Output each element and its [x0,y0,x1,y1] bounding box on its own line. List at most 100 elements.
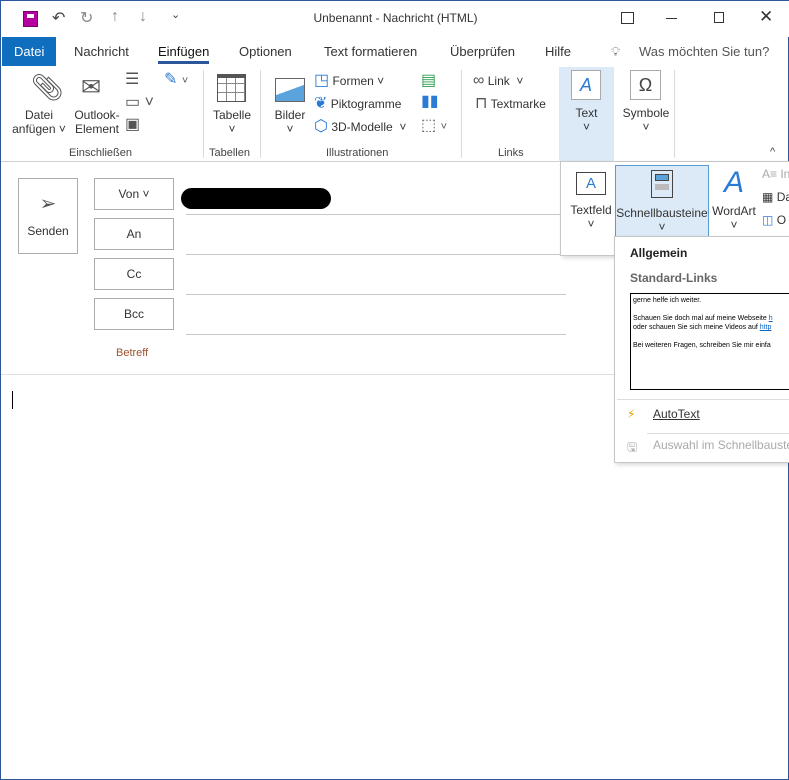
to-field[interactable] [186,254,566,255]
icons-icon: ❦ [314,95,328,112]
bcc-field[interactable] [186,334,566,335]
label: 3D-Modelle [331,120,393,134]
preview-line: Schauen Sie doch mal auf meine Webseite … [633,315,773,322]
signature-icon[interactable]: ✎ ˅ [164,72,188,88]
divider [617,399,789,400]
tab-einfuegen[interactable]: Einfügen [158,37,210,66]
send-button[interactable]: ➢ Senden [18,178,78,254]
from-button[interactable]: Von ˅ [94,178,174,210]
divider [674,70,675,158]
divider [260,70,261,158]
tab-optionen[interactable]: Optionen [239,37,292,66]
label: O [776,213,787,227]
shapes-button[interactable]: ◳ Formen ˅ [314,73,384,89]
chart-icon[interactable]: ▮▮ [421,94,439,110]
shapes-icon: ◳ [314,72,330,89]
group-label: Links [498,147,524,159]
quickparts-button[interactable]: Schnellbausteine ˅ [615,165,709,237]
quickparts-menu: Allgemein Standard-Links gerne helfe ich… [614,236,789,463]
ribbon-display-icon[interactable] [621,12,634,24]
screenshot-icon[interactable]: ⬚ ˅ [421,118,447,134]
to-button[interactable]: An [94,218,174,250]
preview-link: http [759,324,772,331]
label: Symbole [622,106,670,120]
tab-nachricht[interactable]: Nachricht [74,37,129,66]
label: Textfeld [570,203,612,217]
smartart-icon[interactable]: ▤ [421,73,436,89]
divider [203,70,204,158]
label: Outlook- [74,108,120,122]
textbox-button[interactable]: A Textfeld ˅ [567,165,615,235]
text-button[interactable]: A Text ˅ [559,67,614,162]
object-button[interactable]: ◫ O [762,213,786,227]
cube-icon: ⬡ [314,118,328,135]
tab-datei[interactable]: Datei [2,37,57,66]
business-card-icon[interactable]: ☰ [125,72,139,88]
bcc-button[interactable]: Bcc [94,298,174,330]
label: Da [776,190,789,204]
quickpart-preview[interactable]: gerne helfe ich weiter. Schauen Sie doch… [630,293,789,390]
pictures-icon [275,78,305,102]
minimize-button[interactable] [666,18,677,19]
from-field-line [186,214,566,215]
title-bar: ↶ ↻ ↑ ↓ ⌄ Unbenannt - Nachricht (HTML) ✕ [1,1,789,37]
text-cursor [12,391,13,409]
calendar-icon[interactable]: ▣ [125,117,140,133]
tell-me-search[interactable]: Was möchten Sie tun? [639,37,769,66]
ribbon-tabs: Datei Nachricht Einfügen Optionen Text f… [1,37,789,66]
label: Formen [332,74,374,88]
icons-button[interactable]: ❦ Piktogramme [314,96,401,112]
calendar-clock-icon: ▦ [762,190,774,204]
group-label: Illustrationen [326,147,389,159]
label: Auswahl im Schnellbauste [653,438,789,452]
cc-button[interactable]: Cc [94,258,174,290]
label: In [780,167,789,181]
divider [647,433,789,434]
contact-card-icon[interactable]: ▭ ˅ [125,95,154,111]
initials-button: A≡ In [762,167,789,181]
label: Schnellbausteine [616,206,708,220]
outlook-message-window: ↶ ↻ ↑ ↓ ⌄ Unbenannt - Nachricht (HTML) ✕… [0,0,789,780]
bookmark-button[interactable]: ⊓ Textmarke [475,96,546,112]
save-selection-item: 🖫︎ Auswahl im Schnellbauste [627,438,789,458]
table-button[interactable]: Tabelle ˅ [211,108,253,136]
table-icon [217,74,246,102]
preview-link: h [768,315,773,322]
wordart-icon: A [723,166,744,199]
autotext-item[interactable]: ⚡︎ AutoText [627,407,789,427]
collapse-ribbon-icon[interactable]: ^ [770,146,775,158]
preview-line: gerne helfe ich weiter. [633,297,702,304]
outlook-item-button[interactable]: Outlook- Element [71,108,123,136]
text-icon: A [571,70,601,100]
label: Text [575,106,598,120]
from-address-redacted [181,188,331,209]
label: Piktogramme [330,97,402,111]
omega-icon: Ω [630,70,661,100]
label: WordArt [712,204,756,218]
label: Element [74,122,120,136]
maximize-button[interactable] [714,12,724,23]
label: Textmarke [490,97,546,111]
bookmark-icon: ⊓ [475,95,488,112]
symbols-button[interactable]: Ω Symbole ˅ [619,67,673,147]
tab-text-formatieren[interactable]: Text formatieren [324,37,417,66]
preview-line: oder schauen Sie sich meine Videos auf h… [633,324,772,331]
pictures-button[interactable]: Bilder ˅ [271,108,309,136]
date-time-button[interactable]: ▦ Da [762,190,789,204]
tab-ueberpruefen[interactable]: Überprüfen [450,37,515,66]
label: Bilder [274,108,306,122]
wordart-button[interactable]: A WordArt ˅ [709,165,759,235]
attach-file-button[interactable]: Datei anfügen ˅ [11,108,67,136]
link-button[interactable]: ∞ Link ˅ [473,73,523,89]
group-label: Tabellen [209,147,250,159]
quickpart-entry-title[interactable]: Standard-Links [630,271,717,285]
textbox-icon: A [576,172,606,195]
label: Von [118,187,140,201]
cc-field[interactable] [186,294,566,295]
subject-label: Betreff [116,347,149,359]
close-button[interactable]: ✕ [759,7,773,27]
3d-models-button[interactable]: ⬡ 3D-Modelle ˅ [314,119,406,135]
label: Tabelle [212,108,252,122]
save-icon: 🖫︎ [627,440,638,454]
tab-hilfe[interactable]: Hilfe [545,37,571,66]
